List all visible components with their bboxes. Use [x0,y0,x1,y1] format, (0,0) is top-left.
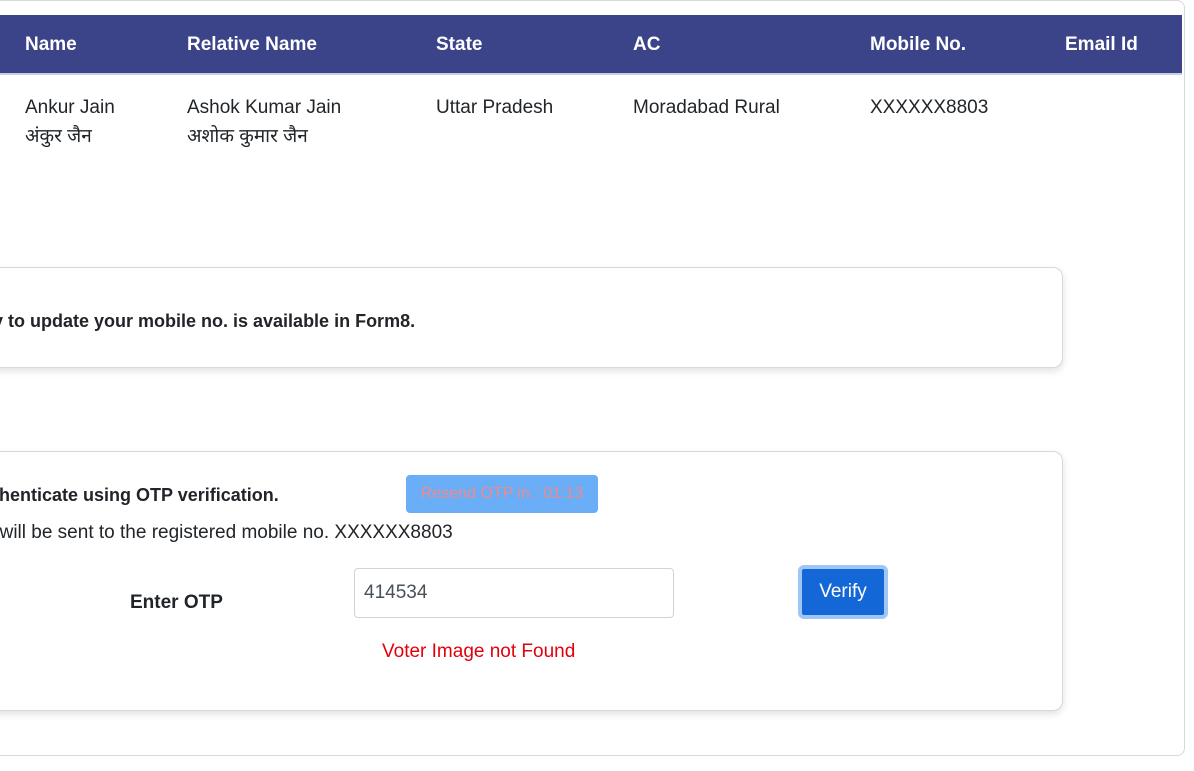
relative-name-english: Ashok Kumar Jain [187,97,342,118]
otp-title: uthenticate using OTP verification. [0,485,279,505]
enter-otp-label: Enter OTP [130,592,223,613]
mobile-update-info-card: ity to update your mobile no. is availab… [0,267,1063,368]
cell-name: Ankur Jain अंकुर जैन [25,93,115,151]
otp-verification-card: uthenticate using OTP verification. Rese… [0,451,1063,711]
name-english: Ankur Jain [25,97,115,118]
table-header: Name Relative Name State AC Mobile No. E… [0,15,1182,75]
name-hindi: अंकुर जैन [25,126,92,147]
cell-mobile: XXXXXX8803 [870,97,989,118]
relative-name-hindi: अशोक कुमार जैन [187,126,308,147]
header-mobile: Mobile No. [870,34,967,55]
cell-relative-name: Ashok Kumar Jain अशोक कुमार जैन [187,93,341,151]
otp-input[interactable] [354,568,674,618]
header-name: Name [25,34,77,55]
header-state: State [436,34,483,55]
resend-otp-button[interactable]: Resend OTP in : 01:13 [406,475,598,513]
cell-state: Uttar Pradesh [436,97,554,118]
header-ac: AC [633,34,661,55]
cell-ac: Moradabad Rural [633,97,780,118]
header-email: Email Id [1065,34,1138,55]
header-relative-name: Relative Name [187,34,317,55]
mobile-update-info-text: ity to update your mobile no. is availab… [0,311,416,331]
voter-details-card: Name Relative Name State AC Mobile No. E… [0,0,1185,756]
otp-sent-note: P will be sent to the registered mobile … [0,522,453,543]
voter-image-error: Voter Image not Found [382,641,576,662]
verify-button[interactable]: Verify [798,565,888,619]
